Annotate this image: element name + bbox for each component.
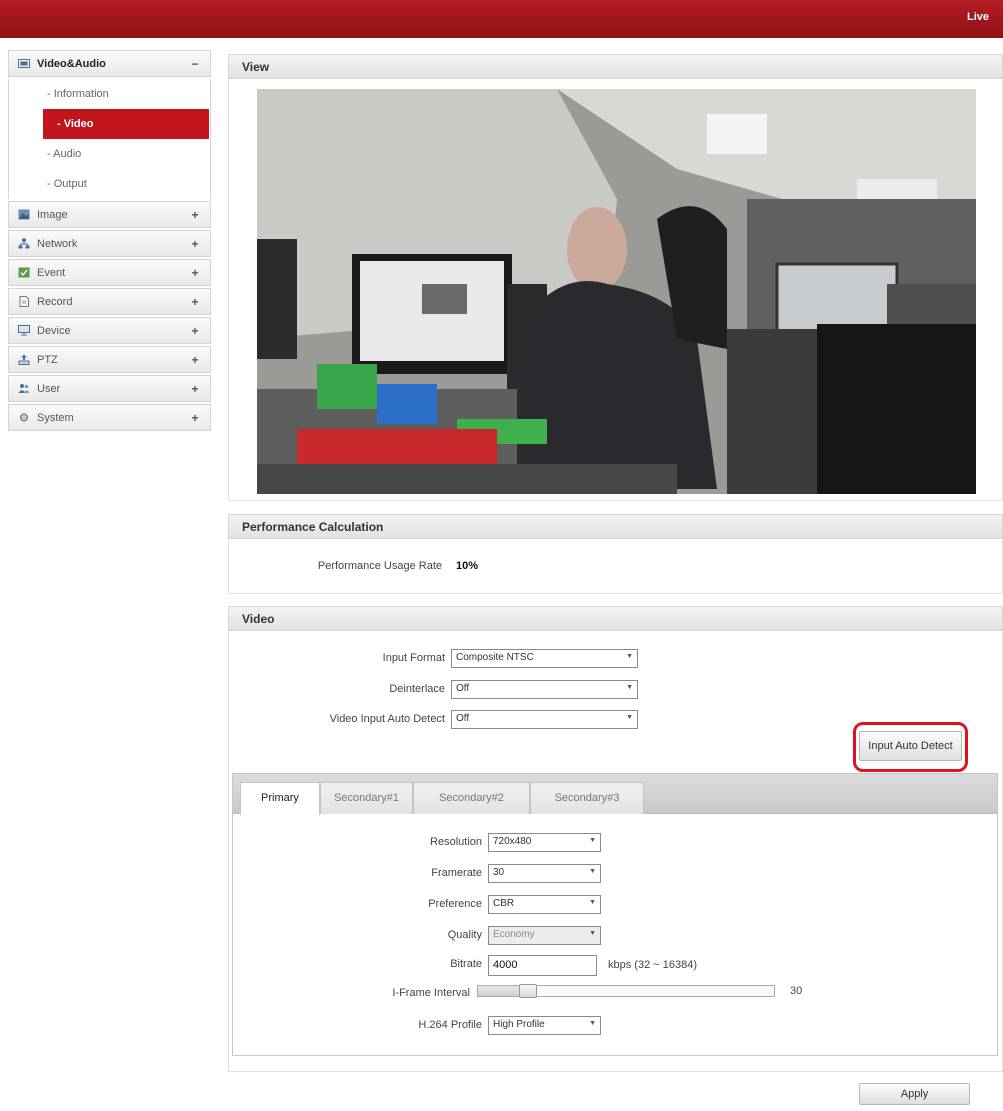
sidebar-item-label: Record bbox=[37, 295, 73, 308]
collapse-icon[interactable]: − bbox=[188, 57, 202, 71]
sidebar-item-network[interactable]: Network + bbox=[8, 230, 211, 257]
sidebar-subitem-label: Information bbox=[53, 88, 109, 100]
user-icon bbox=[17, 383, 31, 395]
stream-tabs-panel: Primary Secondary#1 Secondary#2 Secondar… bbox=[232, 773, 998, 1056]
sidebar-item-label: Network bbox=[37, 237, 78, 250]
video-audio-icon bbox=[17, 58, 31, 70]
iframe-interval-value: 30 bbox=[790, 985, 803, 997]
sidebar-subitem-label: Audio bbox=[53, 148, 82, 160]
expand-icon[interactable]: + bbox=[188, 324, 202, 338]
tab-primary[interactable]: Primary bbox=[240, 782, 320, 815]
sidebar-subitem-label: Output bbox=[53, 178, 87, 190]
auto-detect-select[interactable]: Off bbox=[451, 710, 638, 729]
sidebar-item-ptz[interactable]: PTZ + bbox=[8, 346, 211, 373]
expand-icon[interactable]: + bbox=[188, 295, 202, 309]
sidebar-item-label: Device bbox=[37, 324, 71, 337]
video-audio-submenu: - Information - Video - Audio - Output bbox=[8, 79, 211, 199]
highlight-annotation bbox=[853, 722, 968, 772]
video-panel-header: Video bbox=[228, 606, 1003, 631]
sidebar: Video&Audio − - Information - Video - Au… bbox=[8, 50, 211, 433]
sidebar-item-device[interactable]: Device + bbox=[8, 317, 211, 344]
sidebar-item-video-audio[interactable]: Video&Audio − bbox=[8, 50, 211, 77]
tab-secondary-3[interactable]: Secondary#3 bbox=[530, 782, 644, 814]
device-icon bbox=[17, 325, 31, 337]
framerate-label: Framerate bbox=[431, 867, 482, 879]
performance-usage-label: Performance Usage Rate bbox=[317, 560, 442, 572]
expand-icon[interactable]: + bbox=[188, 208, 202, 222]
dash-icon: - bbox=[47, 178, 54, 190]
sidebar-item-event[interactable]: Event + bbox=[8, 259, 211, 286]
deinterlace-select[interactable]: Off bbox=[451, 680, 638, 699]
sidebar-item-label: Image bbox=[37, 208, 68, 221]
performance-usage-value: 10% bbox=[456, 560, 479, 572]
bitrate-input[interactable]: 4000 bbox=[488, 955, 597, 976]
slider-handle[interactable] bbox=[519, 984, 538, 998]
live-video-preview[interactable] bbox=[257, 89, 976, 494]
sidebar-item-record[interactable]: Record + bbox=[8, 288, 211, 315]
tab-secondary-1[interactable]: Secondary#1 bbox=[320, 782, 413, 814]
bitrate-range-hint: kbps (32 ~ 16384) bbox=[608, 959, 697, 971]
sidebar-item-label: Video&Audio bbox=[37, 57, 106, 70]
sidebar-subitem-output[interactable]: - Output bbox=[9, 169, 210, 199]
sidebar-item-label: User bbox=[37, 382, 61, 395]
sidebar-item-image[interactable]: Image + bbox=[8, 201, 211, 228]
record-icon bbox=[17, 296, 31, 308]
ptz-icon bbox=[17, 354, 31, 366]
sidebar-subitem-audio[interactable]: - Audio bbox=[9, 139, 210, 169]
sidebar-item-user[interactable]: User + bbox=[8, 375, 211, 402]
performance-panel-header: Performance Calculation bbox=[228, 514, 1003, 539]
h264-profile-label: H.264 Profile bbox=[418, 1019, 482, 1031]
image-icon bbox=[17, 209, 31, 221]
view-panel-header: View bbox=[228, 54, 1003, 79]
sidebar-item-label: System bbox=[37, 411, 74, 424]
sidebar-subitem-label: Video bbox=[63, 118, 94, 130]
deinterlace-label: Deinterlace bbox=[389, 683, 445, 695]
bitrate-label: Bitrate bbox=[450, 958, 482, 970]
expand-icon[interactable]: + bbox=[188, 266, 202, 280]
quality-select: Economy bbox=[488, 926, 601, 945]
iframe-interval-slider[interactable] bbox=[477, 984, 775, 998]
expand-icon[interactable]: + bbox=[188, 411, 202, 425]
top-bar: Live bbox=[0, 0, 1003, 38]
resolution-label: Resolution bbox=[430, 836, 482, 848]
dash-icon: - bbox=[57, 118, 64, 130]
iframe-interval-label: I-Frame Interval bbox=[392, 987, 470, 999]
framerate-select[interactable]: 30 bbox=[488, 864, 601, 883]
camera-frame-image bbox=[257, 89, 976, 494]
system-icon bbox=[17, 412, 31, 424]
auto-detect-label: Video Input Auto Detect bbox=[329, 713, 445, 725]
sidebar-item-label: Event bbox=[37, 266, 66, 279]
quality-label: Quality bbox=[447, 929, 482, 941]
event-icon bbox=[17, 267, 31, 279]
resolution-select[interactable]: 720x480 bbox=[488, 833, 601, 852]
dash-icon: - bbox=[47, 88, 54, 100]
sidebar-subitem-information[interactable]: - Information bbox=[9, 79, 210, 109]
apply-button[interactable]: Apply bbox=[859, 1083, 970, 1105]
live-link[interactable]: Live bbox=[967, 11, 989, 23]
sidebar-item-system[interactable]: System + bbox=[8, 404, 211, 431]
h264-profile-select[interactable]: High Profile bbox=[488, 1016, 601, 1035]
sidebar-subitem-video[interactable]: - Video bbox=[43, 109, 209, 139]
expand-icon[interactable]: + bbox=[188, 353, 202, 367]
preference-label: Preference bbox=[428, 898, 482, 910]
expand-icon[interactable]: + bbox=[188, 382, 202, 396]
preference-select[interactable]: CBR bbox=[488, 895, 601, 914]
input-format-label: Input Format bbox=[382, 652, 445, 664]
tab-bar: Primary Secondary#1 Secondary#2 Secondar… bbox=[233, 774, 997, 815]
input-format-select[interactable]: Composite NTSC bbox=[451, 649, 638, 668]
tab-secondary-2[interactable]: Secondary#2 bbox=[413, 782, 530, 814]
sidebar-item-label: PTZ bbox=[37, 353, 58, 366]
network-icon bbox=[17, 238, 31, 250]
expand-icon[interactable]: + bbox=[188, 237, 202, 251]
